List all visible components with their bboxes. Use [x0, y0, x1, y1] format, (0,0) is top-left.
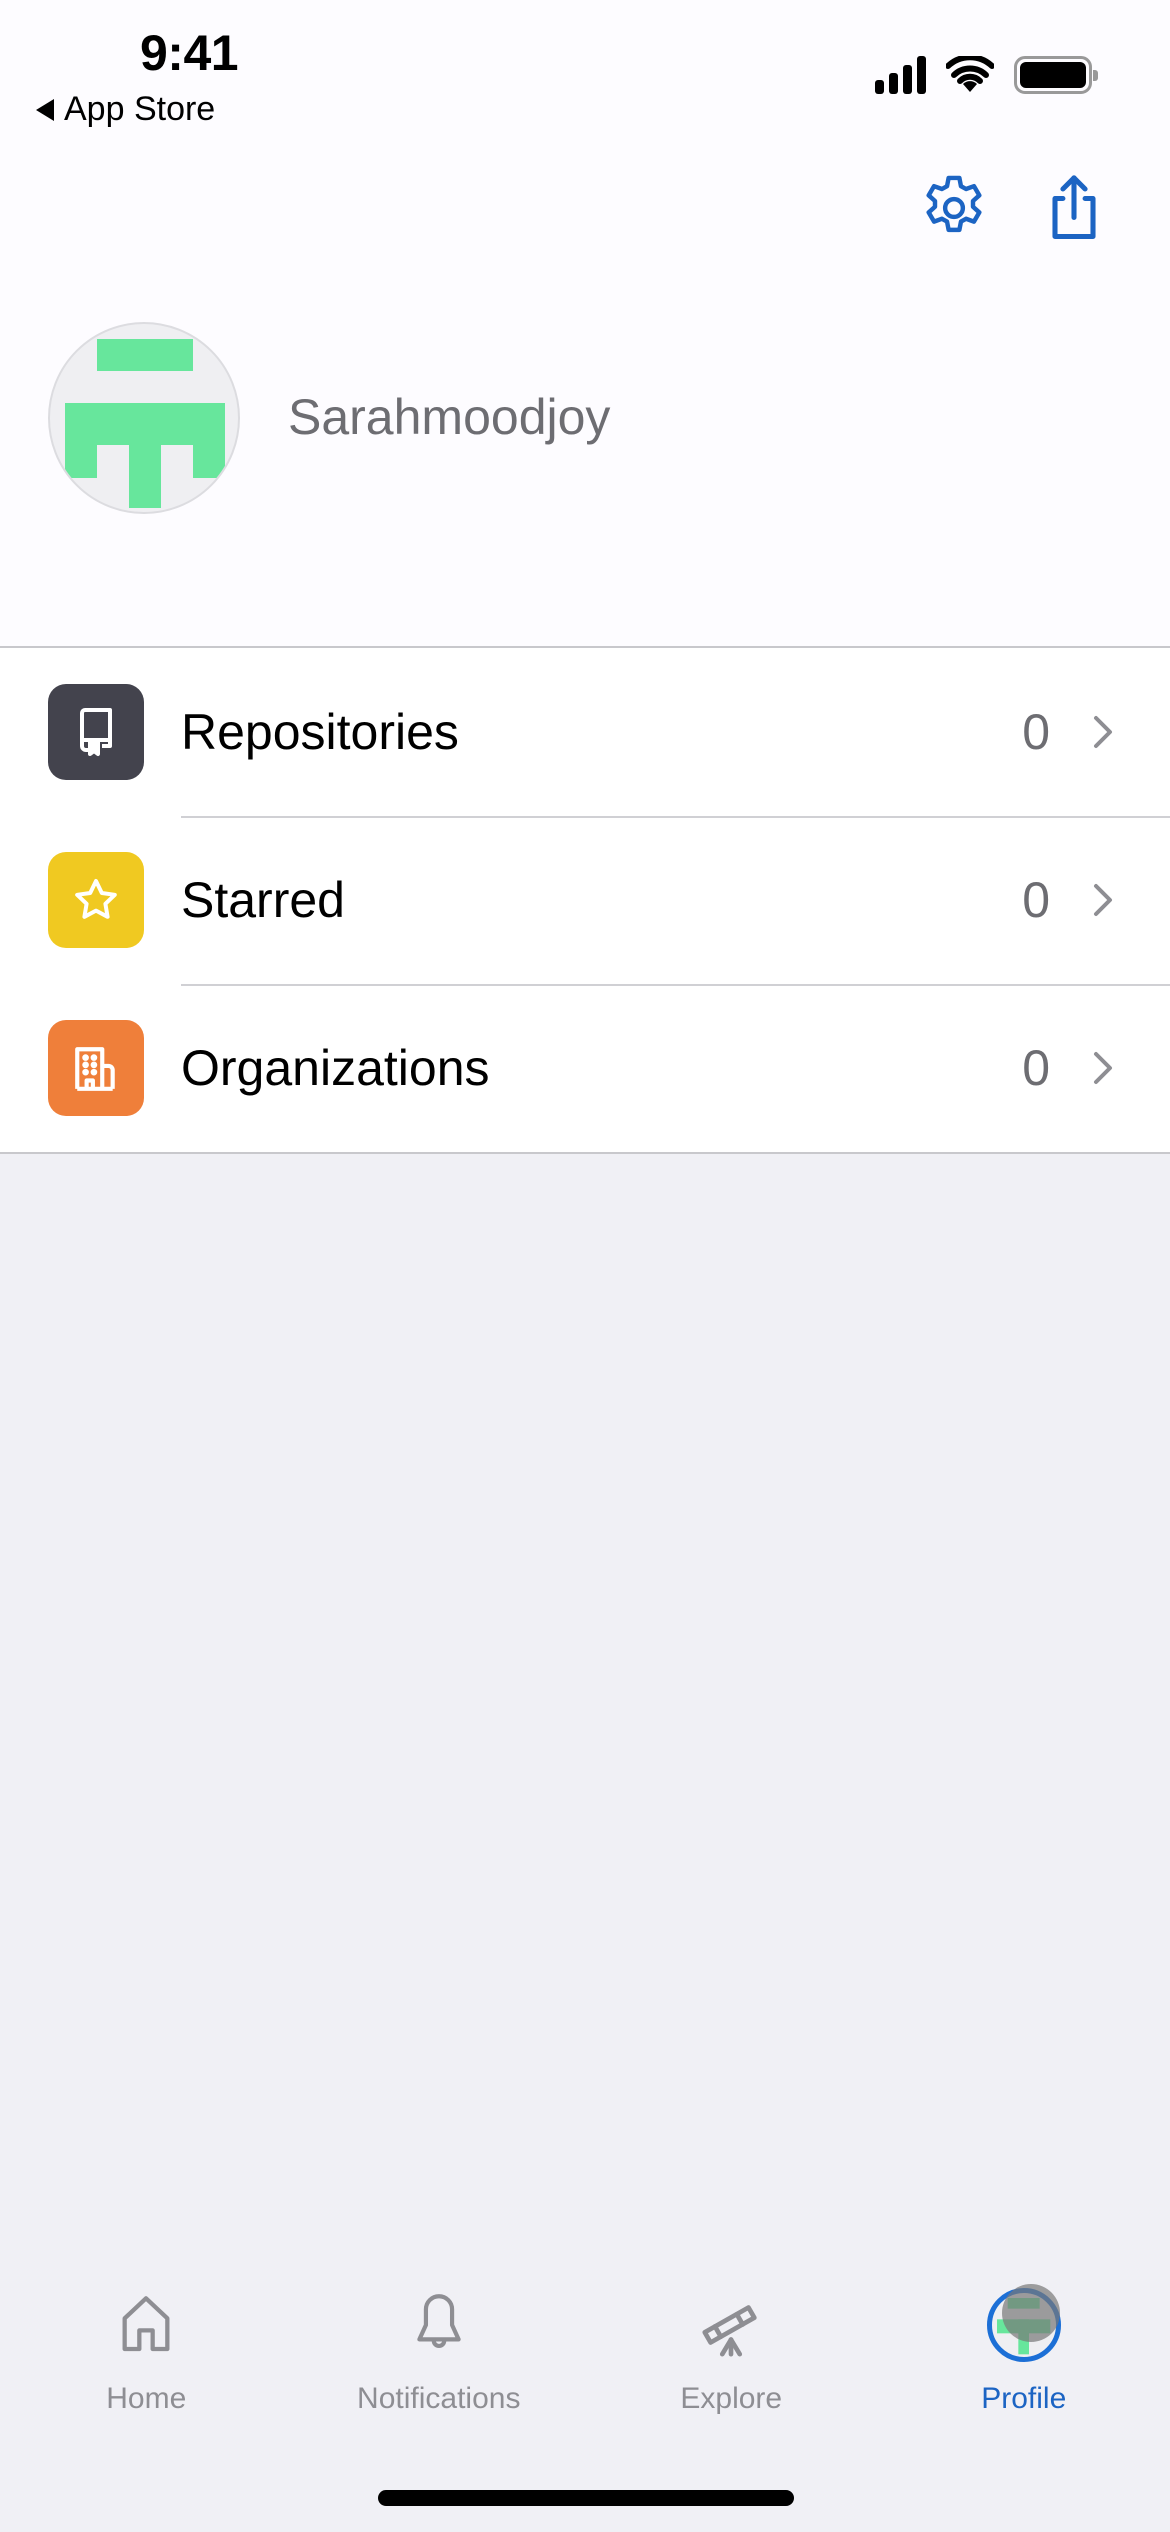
tab-explore[interactable]: Explore: [585, 2270, 878, 2420]
list-item-label: Repositories: [181, 704, 459, 760]
gear-icon: [926, 175, 982, 233]
tab-label: Home: [106, 2382, 187, 2415]
list-item-count: 0: [1022, 704, 1050, 760]
bell-icon: [417, 2294, 461, 2348]
tab-bar: Home Notifications Explore Profile: [0, 2270, 1170, 2420]
repo-icon-tile: [48, 684, 144, 780]
share-icon: [1052, 175, 1096, 240]
list-item-count: 0: [1022, 872, 1050, 928]
settings-button[interactable]: [916, 170, 992, 246]
organizations-icon-tile: [48, 1020, 144, 1116]
home-indicator[interactable]: [378, 2490, 794, 2506]
wifi-icon: [946, 56, 994, 92]
identicon-image: [65, 339, 225, 508]
chevron-right-icon: [1094, 1052, 1112, 1084]
profile-avatar[interactable]: [48, 322, 240, 514]
starred-icon-tile: [48, 852, 144, 948]
tab-label: Explore: [680, 2382, 783, 2415]
list-item-label: Starred: [181, 872, 345, 928]
status-time: 9:41: [140, 25, 239, 81]
list-item-starred[interactable]: Starred 0: [0, 816, 1170, 984]
building-icon: [75, 1047, 115, 1091]
touch-indicator: [1002, 2284, 1060, 2342]
star-icon: [75, 879, 117, 919]
tab-label: Profile: [981, 2382, 1067, 2415]
telescope-icon: [702, 2305, 757, 2357]
chevron-right-icon: [1094, 716, 1112, 748]
repo-book-icon: [80, 708, 112, 756]
cellular-signal-icon: [875, 56, 926, 94]
chevron-right-icon: [1094, 884, 1112, 916]
list-item-count: 0: [1022, 1040, 1050, 1096]
back-to-app-store-button[interactable]: App Store: [36, 90, 215, 129]
list-item-label: Organizations: [181, 1040, 490, 1096]
tab-home[interactable]: Home: [0, 2270, 293, 2420]
profile-menu-list: Repositories 0 Starred 0 Organizations 0: [0, 646, 1170, 1154]
back-triangle-icon: [36, 98, 54, 121]
tab-label: Notifications: [357, 2382, 521, 2415]
list-item-organizations[interactable]: Organizations 0: [0, 984, 1170, 1152]
list-item-repositories[interactable]: Repositories 0: [0, 648, 1170, 816]
status-icons: [875, 56, 1098, 94]
share-button[interactable]: [1036, 170, 1112, 246]
tab-notifications[interactable]: Notifications: [293, 2270, 586, 2420]
battery-icon: [1014, 56, 1098, 94]
house-icon: [122, 2296, 170, 2352]
back-app-label: App Store: [64, 90, 216, 128]
profile-username: Sarahmoodjoy: [288, 389, 611, 445]
